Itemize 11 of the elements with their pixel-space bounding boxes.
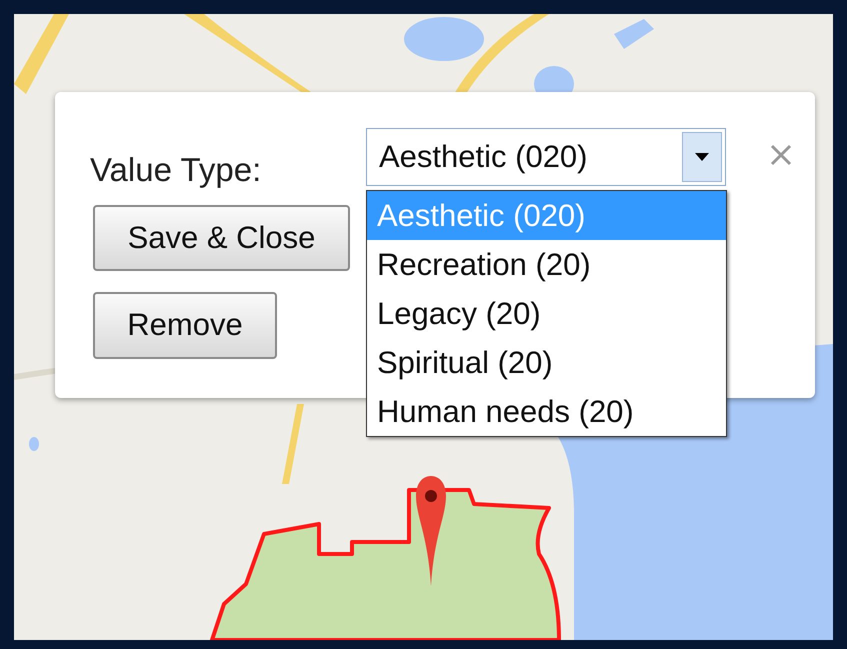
dialog-button[interactable]: Save & Close: [93, 205, 350, 271]
map-marker-icon: [416, 476, 446, 586]
dialog-button[interactable]: Remove: [93, 292, 277, 359]
dropdown-option[interactable]: Recreation (20): [367, 240, 726, 289]
caret-icon: [682, 132, 722, 182]
dropdown-select[interactable]: Aesthetic (020): [366, 128, 726, 186]
field-label: Value Type:: [90, 150, 262, 190]
dropdown-option[interactable]: Legacy (20): [367, 289, 726, 338]
close-icon: [770, 144, 792, 166]
dropdown-option[interactable]: Spiritual (20): [367, 338, 726, 387]
dropdown-option[interactable]: Human needs (20): [367, 387, 726, 436]
